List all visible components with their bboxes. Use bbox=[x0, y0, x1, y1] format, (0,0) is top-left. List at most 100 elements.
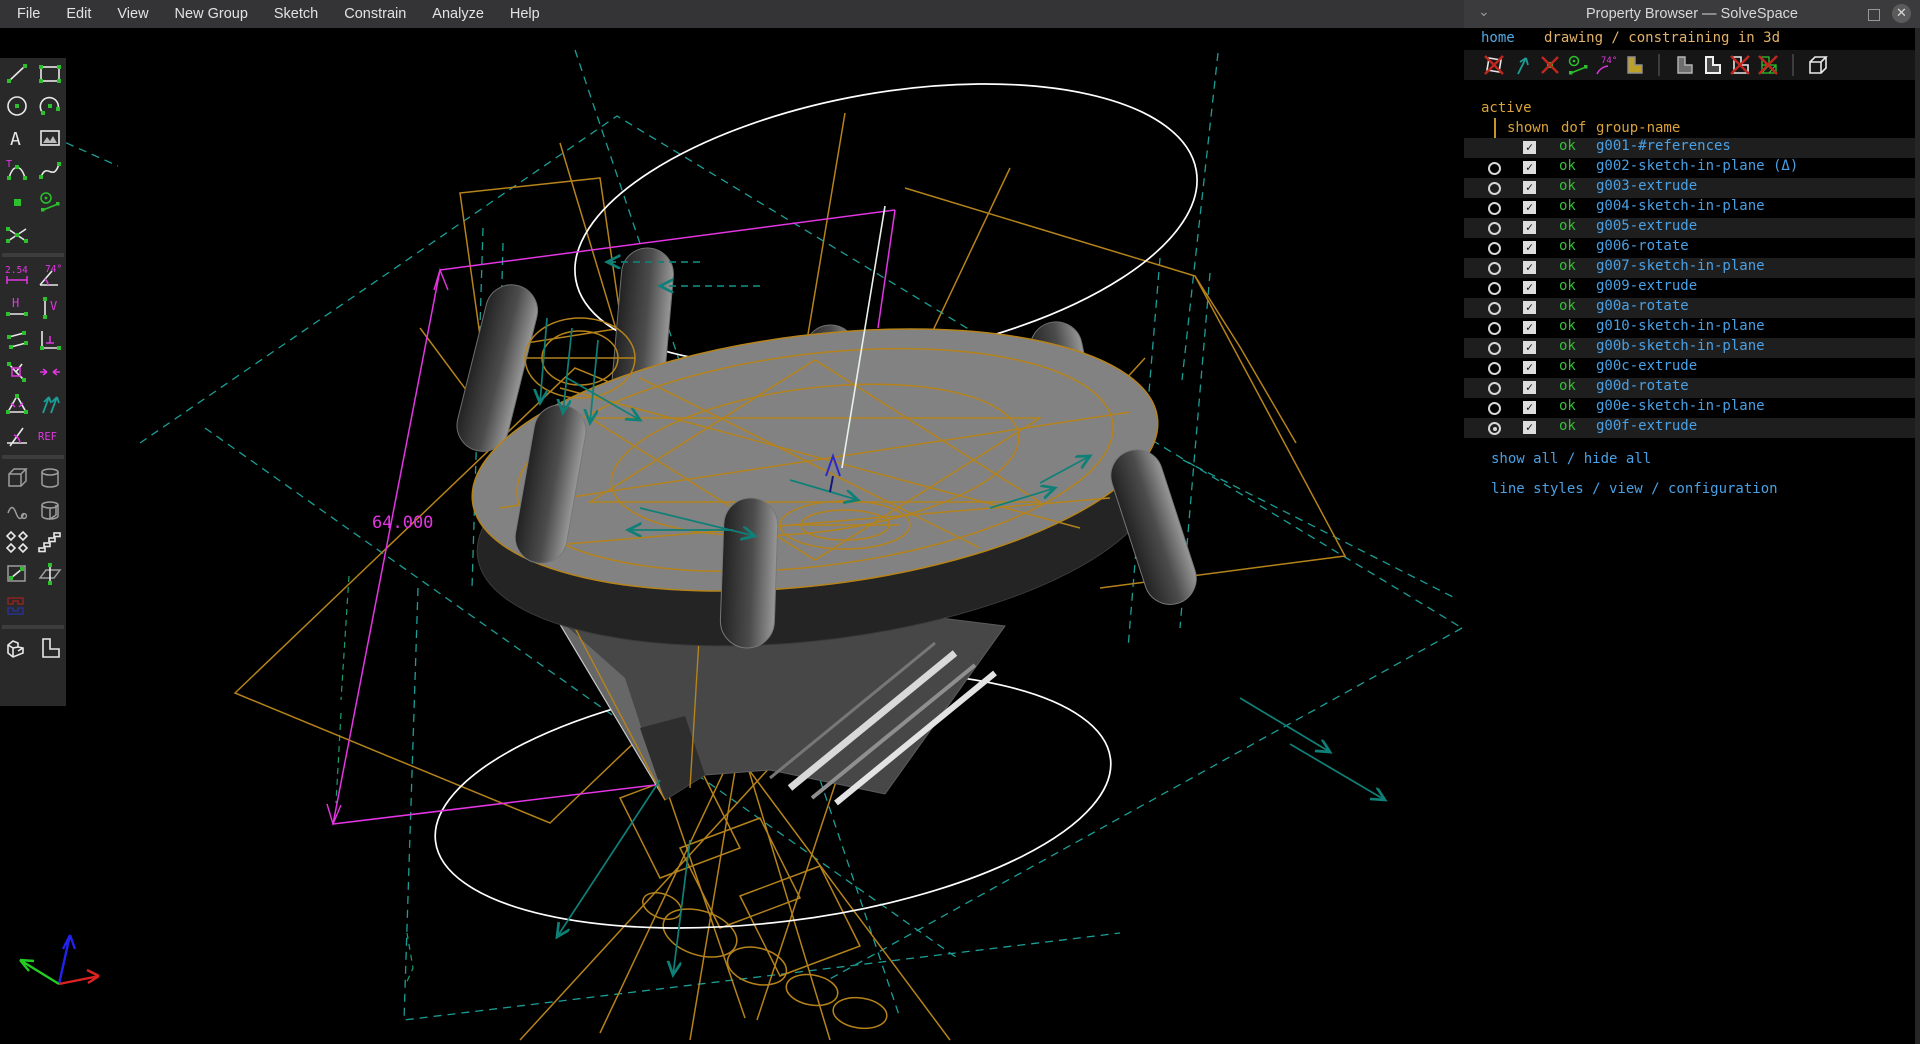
show-occluded-icon[interactable] bbox=[1804, 52, 1832, 78]
shaded-view-icon[interactable] bbox=[1620, 52, 1648, 78]
cubic-bezier-tool[interactable] bbox=[33, 154, 66, 186]
group-name-link[interactable]: g007-sketch-in-plane bbox=[1596, 258, 1765, 274]
group-shown-checkbox[interactable]: ✓ bbox=[1523, 221, 1536, 234]
panel-scrollbar[interactable] bbox=[1915, 28, 1920, 1044]
reference-constraint-tool[interactable]: REF bbox=[33, 420, 66, 452]
group-row[interactable]: ✓okg004-sketch-in-plane bbox=[1464, 198, 1915, 218]
group-active-radio[interactable] bbox=[1488, 322, 1501, 335]
group-row[interactable]: ✓okg00d-rotate bbox=[1464, 378, 1915, 398]
construction-tool[interactable] bbox=[33, 186, 66, 218]
show-hide-all-link[interactable]: show all / hide all bbox=[1491, 451, 1651, 467]
group-name-link[interactable]: g00e-sketch-in-plane bbox=[1596, 398, 1765, 414]
close-button[interactable]: ✕ bbox=[1892, 4, 1911, 23]
extrude-group-tool[interactable] bbox=[0, 462, 33, 494]
group-row[interactable]: ✓okg003-extrude bbox=[1464, 178, 1915, 198]
coincident-constraint-tool[interactable] bbox=[0, 356, 33, 388]
group-name-link[interactable]: g002-sketch-in-plane (Δ) bbox=[1596, 158, 1798, 174]
maximize-button[interactable] bbox=[1868, 9, 1880, 21]
toggle-faces-icon[interactable] bbox=[1726, 52, 1754, 78]
group-shown-checkbox[interactable]: ✓ bbox=[1523, 381, 1536, 394]
styles-view-config-link[interactable]: line styles / view / configuration bbox=[1491, 481, 1778, 497]
step-rotate-group-tool[interactable] bbox=[33, 526, 66, 558]
group-shown-checkbox[interactable]: ✓ bbox=[1523, 201, 1536, 214]
parallel-normals-constraint-tool[interactable] bbox=[33, 388, 66, 420]
menu-item-sketch[interactable]: Sketch bbox=[261, 0, 331, 28]
datum-point-tool[interactable] bbox=[0, 186, 33, 218]
text-tool[interactable]: A bbox=[0, 122, 33, 154]
group-name-link[interactable]: g00d-rotate bbox=[1596, 378, 1689, 394]
group-name-link[interactable]: g009-extrude bbox=[1596, 278, 1697, 294]
group-active-radio[interactable] bbox=[1488, 242, 1501, 255]
equal-constraint-tool[interactable] bbox=[0, 388, 33, 420]
group-row[interactable]: ✓okg009-extrude bbox=[1464, 278, 1915, 298]
toggle-mesh-icon[interactable] bbox=[1754, 52, 1782, 78]
group-active-radio[interactable] bbox=[1488, 342, 1501, 355]
group-active-radio[interactable] bbox=[1488, 402, 1501, 415]
group-shown-checkbox[interactable]: ✓ bbox=[1523, 161, 1536, 174]
viewport-3d[interactable]: 64.000 bbox=[0, 28, 1464, 1044]
toggle-workplanes-icon[interactable] bbox=[1480, 52, 1508, 78]
link-group-tool[interactable] bbox=[0, 590, 33, 622]
group-active-radio[interactable] bbox=[1488, 202, 1501, 215]
group-shown-checkbox[interactable]: ✓ bbox=[1523, 301, 1536, 314]
group-shown-checkbox[interactable]: ✓ bbox=[1523, 361, 1536, 374]
line-segment-tool[interactable] bbox=[0, 58, 33, 90]
group-shown-checkbox[interactable]: ✓ bbox=[1523, 241, 1536, 254]
group-shown-checkbox[interactable]: ✓ bbox=[1523, 181, 1536, 194]
group-row[interactable]: ✓okg007-sketch-in-plane bbox=[1464, 258, 1915, 278]
menu-item-new-group[interactable]: New Group bbox=[162, 0, 261, 28]
show-edges-icon[interactable] bbox=[1670, 52, 1698, 78]
group-shown-checkbox[interactable]: ✓ bbox=[1523, 421, 1536, 434]
group-shown-checkbox[interactable]: ✓ bbox=[1523, 141, 1536, 154]
group-name-link[interactable]: g006-rotate bbox=[1596, 238, 1689, 254]
group-shown-checkbox[interactable]: ✓ bbox=[1523, 401, 1536, 414]
menu-item-help[interactable]: Help bbox=[497, 0, 553, 28]
distance-constraint-tool[interactable]: 2.54 bbox=[0, 260, 33, 292]
parallel-constraint-tool[interactable] bbox=[0, 324, 33, 356]
menu-item-edit[interactable]: Edit bbox=[53, 0, 104, 28]
group-shown-checkbox[interactable]: ✓ bbox=[1523, 321, 1536, 334]
menu-item-view[interactable]: View bbox=[104, 0, 161, 28]
group-shown-checkbox[interactable]: ✓ bbox=[1523, 341, 1536, 354]
image-tool[interactable] bbox=[33, 122, 66, 154]
group-active-radio[interactable] bbox=[1488, 222, 1501, 235]
group-row[interactable]: ✓okg006-rotate bbox=[1464, 238, 1915, 258]
revolve-group-tool[interactable] bbox=[33, 494, 66, 526]
step-translate-group-tool[interactable] bbox=[0, 526, 33, 558]
workplane-tool[interactable] bbox=[33, 558, 66, 590]
show-constraints-icon[interactable] bbox=[1564, 52, 1592, 78]
horizontal-constraint-tool[interactable]: H bbox=[0, 292, 33, 324]
symmetric-constraint-tool[interactable] bbox=[33, 356, 66, 388]
group-active-radio[interactable] bbox=[1488, 162, 1501, 175]
group-row[interactable]: ✓okg010-sketch-in-plane bbox=[1464, 318, 1915, 338]
menu-item-file[interactable]: File bbox=[4, 0, 53, 28]
group-row[interactable]: ✓okg00b-sketch-in-plane bbox=[1464, 338, 1915, 358]
group-name-link[interactable]: g004-sketch-in-plane bbox=[1596, 198, 1765, 214]
group-name-link[interactable]: g00f-extrude bbox=[1596, 418, 1697, 434]
group-active-radio[interactable] bbox=[1488, 282, 1501, 295]
group-row[interactable]: ✓okg001-#references bbox=[1464, 138, 1915, 158]
vertical-constraint-tool[interactable]: V bbox=[33, 292, 66, 324]
group-name-link[interactable]: g001-#references bbox=[1596, 138, 1731, 154]
group-name-link[interactable]: g005-extrude bbox=[1596, 218, 1697, 234]
other-angle-constraint-tool[interactable] bbox=[0, 420, 33, 452]
group-shown-checkbox[interactable]: ✓ bbox=[1523, 261, 1536, 274]
split-curves-tool[interactable] bbox=[0, 218, 33, 250]
group-row[interactable]: ✓okg00c-extrude bbox=[1464, 358, 1915, 378]
group-name-link[interactable]: g00b-sketch-in-plane bbox=[1596, 338, 1765, 354]
group-row[interactable]: ✓okg002-sketch-in-plane (Δ) bbox=[1464, 158, 1915, 178]
angle-constraint-tool[interactable]: 74° bbox=[33, 260, 66, 292]
group-active-radio[interactable] bbox=[1488, 302, 1501, 315]
helix-group-tool[interactable] bbox=[0, 494, 33, 526]
show-outlines-icon[interactable] bbox=[1698, 52, 1726, 78]
circle-tool[interactable] bbox=[0, 90, 33, 122]
group-name-link[interactable]: g010-sketch-in-plane bbox=[1596, 318, 1765, 334]
outline-tool[interactable] bbox=[33, 632, 66, 664]
menu-item-analyze[interactable]: Analyze bbox=[419, 0, 497, 28]
assemble-tool[interactable] bbox=[0, 632, 33, 664]
lathe-group-tool[interactable] bbox=[33, 462, 66, 494]
tangent-arc-tool[interactable]: T bbox=[0, 154, 33, 186]
group-active-radio[interactable] bbox=[1488, 362, 1501, 375]
panel-title-bar[interactable]: ⌄ Property Browser — SolveSpace ✕ bbox=[1464, 0, 1920, 28]
arc-tool[interactable] bbox=[33, 90, 66, 122]
